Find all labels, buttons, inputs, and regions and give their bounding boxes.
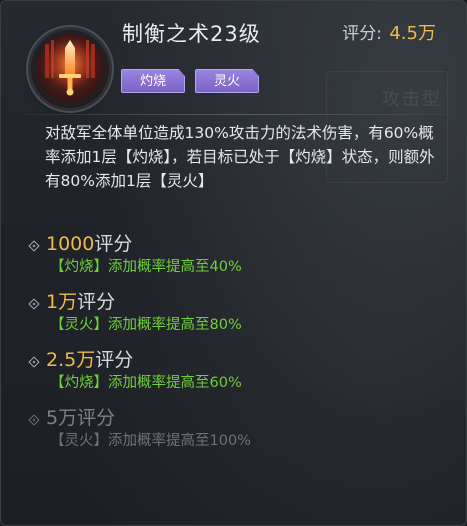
- tier-effect: 【灼烧】添加概率提高至60%: [50, 375, 242, 391]
- tier-item-locked: 5万评分 【灵火】添加概率提高至100%: [26, 404, 446, 462]
- tag-burn[interactable]: 灼烧: [121, 69, 185, 93]
- tier-unit: 评分: [95, 349, 134, 371]
- tier-unit: 评分: [77, 291, 116, 313]
- diamond-bullet-icon: [28, 414, 40, 426]
- skill-title: 制衡之术23级: [122, 22, 261, 46]
- flaming-sword-icon: [31, 30, 109, 108]
- background-ghost-text: 攻击型: [382, 89, 442, 110]
- skill-score: 评分: 4.5万: [342, 19, 436, 49]
- tier-item: 1万评分 【灵火】添加概率提高至80%: [26, 288, 446, 346]
- tier-item: 1000评分 【灼烧】添加概率提高至40%: [26, 230, 446, 288]
- score-value: 4.5万: [389, 23, 436, 44]
- diamond-bullet-icon: [28, 298, 40, 310]
- tier-effect: 【灵火】添加概率提高至80%: [50, 317, 242, 333]
- skill-tooltip-panel: 攻击型 制衡之术23级 评分: 4.5万 灼烧 灵火 对敌军全体单位造成130%…: [0, 0, 467, 526]
- diamond-bullet-icon: [28, 356, 40, 368]
- tier-unit: 评分: [94, 233, 133, 255]
- skill-tags: 灼烧 灵火: [121, 69, 259, 93]
- tier-threshold: 5万: [46, 407, 78, 429]
- tag-spirit-fire[interactable]: 灵火: [195, 69, 259, 93]
- skill-description: 对敌军全体单位造成130%攻击力的法术伤害，有60%概率添加1层【灼烧】，若目标…: [45, 124, 435, 190]
- tier-threshold: 1000: [46, 233, 95, 255]
- tier-effect: 【灼烧】添加概率提高至40%: [50, 259, 242, 275]
- tier-unit: 评分: [77, 407, 116, 429]
- divider: [21, 114, 446, 115]
- score-label: 评分:: [342, 24, 382, 44]
- tier-threshold: 1万: [46, 291, 78, 313]
- tier-item: 2.5万评分 【灼烧】添加概率提高至60%: [26, 346, 446, 404]
- tier-effect: 【灵火】添加概率提高至100%: [50, 433, 251, 449]
- score-tier-list: 1000评分 【灼烧】添加概率提高至40% 1万评分 【灵火】添加概率提高至80…: [26, 230, 446, 462]
- tier-threshold: 2.5万: [46, 349, 96, 371]
- diamond-bullet-icon: [28, 240, 40, 252]
